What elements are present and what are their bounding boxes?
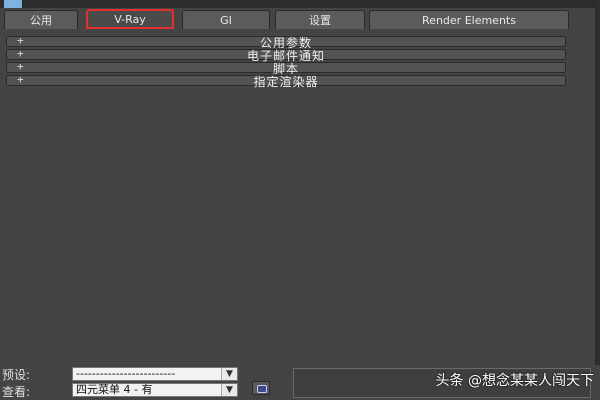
tab-strip: 公用 V-Ray GI 设置 Render Elements <box>0 8 575 38</box>
lock-view-button[interactable] <box>252 381 270 395</box>
watermark: 头条 @想念某某人闯天下 <box>435 373 594 389</box>
tab-gi[interactable]: GI <box>182 10 270 29</box>
tab-render-elements[interactable]: Render Elements <box>369 10 569 29</box>
rollout-scripts[interactable]: + 脚本 <box>6 60 566 76</box>
view-dropdown[interactable]: 四元菜单 4 - 有 ▼ <box>72 383 238 397</box>
app-icon <box>4 0 23 8</box>
rollout-assign-renderer[interactable]: + 指定渲染器 <box>6 73 566 89</box>
preset-dropdown[interactable]: ------------------------- ▼ <box>72 367 238 381</box>
tab-vray[interactable]: V-Ray <box>86 9 174 29</box>
right-scrollbar[interactable] <box>595 0 600 400</box>
lock-icon <box>257 385 267 393</box>
preset-value: ------------------------- <box>76 367 176 380</box>
rollout-common-params[interactable]: + 公用参数 <box>6 34 566 50</box>
view-label: 查看: <box>2 385 31 399</box>
rollout-label: 指定渲染器 <box>253 75 319 89</box>
chevron-down-icon: ▼ <box>221 384 237 396</box>
rollout-email-notify[interactable]: + 电子邮件通知 <box>6 47 566 63</box>
tab-common[interactable]: 公用 <box>4 10 78 29</box>
preset-label: 预设: <box>2 368 31 382</box>
tab-settings[interactable]: 设置 <box>275 10 365 29</box>
view-value: 四元菜单 4 - 有 <box>76 383 153 396</box>
chevron-down-icon: ▼ <box>221 368 237 380</box>
rollout-panel: + 公用参数 + 电子邮件通知 + 脚本 + 指定渲染器 <box>0 30 575 365</box>
window-titlebar <box>0 0 600 8</box>
